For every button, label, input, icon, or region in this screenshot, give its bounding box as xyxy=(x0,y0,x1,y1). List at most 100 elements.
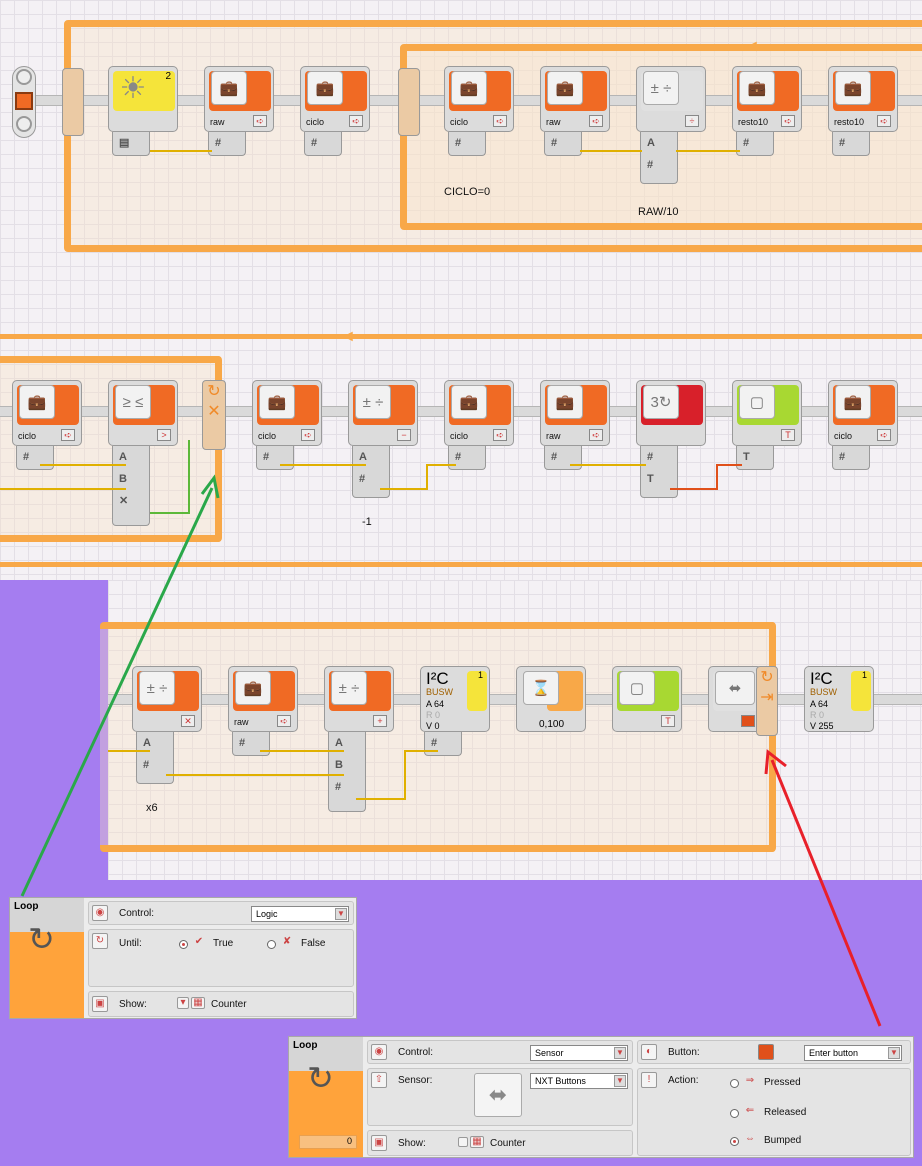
variable-block-raw[interactable]: 💼 raw ➪ xyxy=(540,66,610,132)
data-plug[interactable]: # xyxy=(832,446,870,470)
data-plug[interactable]: # xyxy=(544,446,582,470)
loop-return-beam xyxy=(0,562,922,567)
i2c-sub: BUSW xyxy=(810,687,837,697)
display-block[interactable]: ▢ T xyxy=(612,666,682,732)
data-plug[interactable]: # xyxy=(16,446,54,470)
write-icon: ➪ xyxy=(253,115,267,127)
data-plug[interactable]: # T xyxy=(640,446,678,498)
math-block-divide[interactable]: ± ÷ ÷ xyxy=(636,66,706,132)
suitcase-icon: 💼 xyxy=(451,385,487,419)
loop-arrow-icon: ◄━━ xyxy=(340,328,376,345)
variable-block-ciclo[interactable]: 💼 ciclo ➪ xyxy=(12,380,82,446)
variable-block-ciclo[interactable]: 💼 ciclo ➪ xyxy=(444,66,514,132)
comment-x6[interactable]: x6 xyxy=(146,802,158,814)
loop-end-tab[interactable]: ↻ ✕ xyxy=(202,380,226,450)
variable-block-ciclo[interactable]: 💼 ciclo ➪ xyxy=(444,380,514,446)
data-plug[interactable]: # xyxy=(232,732,270,756)
data-plug[interactable]: A # xyxy=(352,446,390,498)
data-plug[interactable]: # xyxy=(304,132,342,156)
display-icon: ▢ xyxy=(739,385,775,419)
suitcase-icon: 💼 xyxy=(547,71,583,105)
minus-icon: − xyxy=(397,429,411,441)
compare-block[interactable]: ≥ ≤ > xyxy=(108,380,178,446)
data-wire xyxy=(404,750,406,800)
data-plug[interactable]: # xyxy=(736,132,774,156)
loop-return-beam xyxy=(0,334,922,339)
data-plug[interactable]: T xyxy=(736,446,774,470)
data-plug[interactable]: A # xyxy=(640,132,678,184)
variable-block-resto10[interactable]: 💼 resto10 ➪ xyxy=(828,66,898,132)
data-plug[interactable]: # xyxy=(544,132,582,156)
loop-end-tab[interactable]: ↻ ⇥ xyxy=(756,666,778,736)
data-wire xyxy=(426,464,456,466)
sensor-select[interactable]: NXT Buttons ▼ xyxy=(530,1073,628,1089)
pressed-radio[interactable] xyxy=(730,1079,739,1088)
data-wire xyxy=(580,150,642,152)
counter-icon: ▦ xyxy=(470,1136,484,1148)
variable-block-ciclo[interactable]: 💼 ciclo ➪ xyxy=(300,66,370,132)
button-select[interactable]: Enter button ▼ xyxy=(804,1045,902,1061)
data-plug[interactable]: # xyxy=(208,132,246,156)
data-plug[interactable]: # xyxy=(424,732,462,756)
suitcase-icon: 💼 xyxy=(19,385,55,419)
number-to-text-block[interactable]: 3↻ xyxy=(636,380,706,446)
loop-icon: ↻ xyxy=(307,1060,334,1096)
suitcase-icon: 💼 xyxy=(235,671,271,705)
data-plug[interactable]: # xyxy=(832,132,870,156)
comment-ciclo[interactable]: CICLO=0 xyxy=(444,186,490,198)
data-wire xyxy=(188,440,190,514)
math-block-subtract[interactable]: ± ÷ − xyxy=(348,380,418,446)
i2c-block[interactable]: I²C 1 BUSW A 64 R 0 V 0 xyxy=(420,666,490,732)
loop-arrow-icon: ◄━━ xyxy=(744,38,780,55)
variable-block-raw[interactable]: 💼 raw ➪ xyxy=(228,666,298,732)
sensor-row: ⇧ Sensor: ⬌ NXT Buttons ▼ xyxy=(367,1068,633,1126)
light-sensor-block[interactable]: ☀ 2 xyxy=(108,66,178,132)
loop-logic-panel: Loop ↻ ◉ Control: Logic ▼ ↻ Until: ✔ True… xyxy=(9,897,357,1019)
math-block-add[interactable]: ± ÷ + xyxy=(324,666,394,732)
loop-start-tab[interactable] xyxy=(62,68,84,136)
data-wire xyxy=(426,464,428,490)
button-icon: ◐ xyxy=(641,1044,657,1060)
data-plug[interactable]: A B ✕ xyxy=(112,446,150,526)
bumped-radio[interactable] xyxy=(730,1137,739,1146)
data-plug[interactable]: # xyxy=(256,446,294,470)
counter-checkbox[interactable]: ▾ xyxy=(177,997,189,1009)
counter-checkbox[interactable] xyxy=(458,1137,468,1147)
wait-block[interactable]: ⌛ 0,100 xyxy=(516,666,586,732)
write-icon: ➪ xyxy=(349,115,363,127)
variable-block-ciclo[interactable]: 💼 ciclo ➪ xyxy=(828,380,898,446)
eye-icon: ◉ xyxy=(371,1044,387,1060)
comment-raw[interactable]: RAW/10 xyxy=(638,206,679,218)
released-radio[interactable] xyxy=(730,1109,739,1118)
text-icon: T xyxy=(781,429,795,441)
true-radio[interactable] xyxy=(179,940,188,949)
i2c-register: R 0 xyxy=(426,710,441,720)
display-block[interactable]: ▢ T xyxy=(732,380,802,446)
panel-title: Loop xyxy=(14,901,39,912)
released-icon: ⇐ xyxy=(745,1105,755,1116)
false-radio[interactable] xyxy=(267,940,276,949)
show-icon: ▣ xyxy=(371,1135,387,1151)
data-plug[interactable]: A B # xyxy=(328,732,366,812)
variable-block-raw[interactable]: 💼 raw ➪ xyxy=(204,66,274,132)
control-select[interactable]: Sensor ▼ xyxy=(530,1045,628,1061)
read-icon: ➪ xyxy=(589,429,603,441)
button-row: ◐ Button: Enter button ▼ xyxy=(637,1040,911,1064)
suitcase-icon: 💼 xyxy=(835,71,871,105)
read-icon: ➪ xyxy=(61,429,75,441)
data-plug[interactable]: # xyxy=(448,446,486,470)
data-plug[interactable]: ▤ xyxy=(112,132,150,156)
comment-minus-one[interactable]: -1 xyxy=(362,516,372,528)
i2c-block[interactable]: I²C 1 BUSW A 64 R 0 V 255 xyxy=(804,666,874,732)
data-plug[interactable]: A # xyxy=(136,732,174,784)
variable-block-resto10[interactable]: 💼 resto10 ➪ xyxy=(732,66,802,132)
variable-block-raw[interactable]: 💼 raw ➪ xyxy=(540,380,610,446)
nxt-buttons-block[interactable]: ⬌ xyxy=(708,666,762,732)
data-plug[interactable]: # xyxy=(448,132,486,156)
i2c-title: I²C xyxy=(810,669,833,688)
math-block-multiply[interactable]: ± ÷ ✕ xyxy=(132,666,202,732)
loop-start-tab[interactable] xyxy=(398,68,420,136)
control-select[interactable]: Logic ▼ xyxy=(251,906,349,922)
variable-block-ciclo[interactable]: 💼 ciclo ➪ xyxy=(252,380,322,446)
data-wire xyxy=(676,150,740,152)
